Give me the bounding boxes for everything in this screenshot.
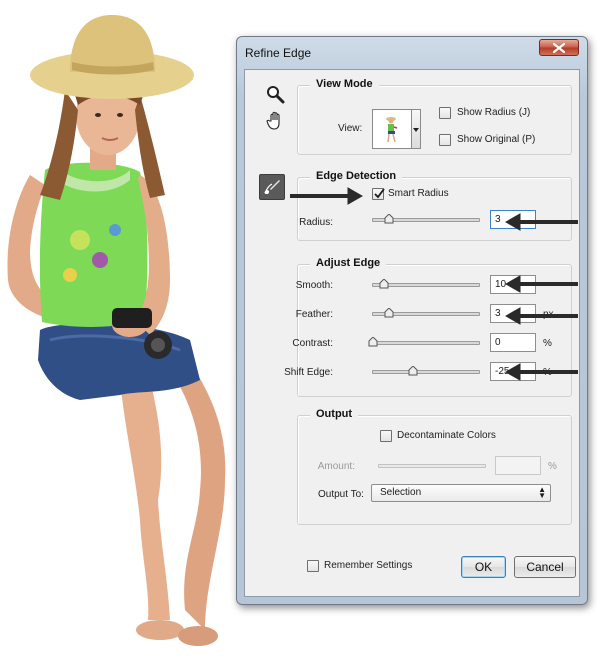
radius-slider[interactable]	[372, 214, 480, 224]
contrast-unit: %	[543, 338, 552, 349]
shift-edge-slider[interactable]	[372, 366, 480, 376]
title-bar[interactable]: Refine Edge	[237, 37, 587, 69]
refine-edge-dialog: Refine Edge View Mode View: Show Radius …	[236, 36, 588, 605]
edge-detection-group: Edge Detection Smart Radius Radius: 3	[297, 170, 572, 241]
feather-input[interactable]: 3	[490, 304, 536, 323]
slider-thumb[interactable]	[368, 337, 378, 347]
remember-settings-label: Remember Settings	[324, 560, 413, 571]
show-radius-label: Show Radius (J)	[457, 107, 531, 118]
checkmark-icon	[374, 188, 385, 199]
smooth-slider[interactable]	[372, 279, 480, 289]
output-to-label: Output To:	[318, 489, 364, 500]
radius-label: Radius:	[299, 217, 333, 228]
output-to-value: Selection	[380, 487, 422, 498]
contrast-label: Contrast:	[292, 338, 333, 349]
view-dropdown-button[interactable]	[412, 109, 421, 149]
slider-thumb[interactable]	[384, 214, 394, 224]
feather-unit: px	[543, 309, 554, 320]
adjust-edge-group: Adjust Edge Smooth: 10 Feather: 3 px Con…	[284, 257, 572, 397]
shift-edge-label: Shift Edge:	[284, 367, 333, 378]
slider-thumb[interactable]	[408, 366, 418, 376]
close-button[interactable]	[539, 39, 579, 56]
slider-thumb[interactable]	[384, 308, 394, 318]
amount-slider[interactable]	[378, 464, 486, 468]
view-mode-title: View Mode	[310, 78, 379, 90]
slider-thumb[interactable]	[379, 279, 389, 289]
shift-edge-input[interactable]: -25	[490, 362, 536, 381]
decontaminate-colors-checkbox[interactable]	[380, 430, 392, 442]
radius-input[interactable]: 3	[490, 210, 536, 229]
zoom-icon[interactable]	[265, 84, 287, 106]
smooth-label: Smooth:	[295, 280, 333, 291]
output-title: Output	[310, 408, 359, 420]
view-preview-thumbnail[interactable]	[372, 109, 412, 149]
view-preview-icon	[386, 117, 398, 143]
ok-button[interactable]: OK	[461, 556, 506, 578]
dialog-title: Refine Edge	[245, 46, 312, 60]
output-group: Output Decontaminate Colors Amount: % Ou…	[297, 408, 572, 525]
close-icon	[553, 43, 565, 53]
shift-edge-unit: %	[543, 367, 552, 378]
cutout-photo-girl	[7, 15, 226, 646]
view-mode-group: View Mode View: Show Radius (J) Show Ori…	[297, 78, 572, 155]
feather-label: Feather:	[295, 309, 333, 320]
decontaminate-colors-label: Decontaminate Colors	[397, 430, 496, 441]
cancel-button[interactable]: Cancel	[514, 556, 576, 578]
show-original-label: Show Original (P)	[457, 134, 536, 145]
dialog-body: View Mode View: Show Radius (J) Show Ori…	[244, 69, 580, 597]
show-original-checkbox[interactable]	[439, 134, 451, 146]
hand-icon[interactable]	[265, 110, 287, 132]
amount-label: Amount:	[317, 461, 355, 472]
edge-detection-title: Edge Detection	[310, 170, 403, 182]
amount-input[interactable]	[495, 456, 541, 475]
smooth-input[interactable]: 10	[490, 275, 536, 294]
feather-slider[interactable]	[372, 308, 480, 318]
view-label: View:	[338, 123, 363, 134]
output-to-select[interactable]: Selection ▲ ▼	[371, 484, 551, 502]
adjust-edge-title: Adjust Edge	[310, 257, 387, 269]
dropdown-arrow-icon	[413, 128, 419, 132]
smart-radius-checkbox[interactable]	[372, 188, 385, 200]
refine-radius-brush-button[interactable]	[259, 174, 285, 200]
smart-radius-label: Smart Radius	[388, 188, 449, 199]
refine-radius-brush-icon	[264, 180, 280, 194]
contrast-input[interactable]: 0	[490, 333, 536, 352]
remember-settings-checkbox[interactable]	[307, 560, 319, 572]
dropdown-arrow-icon: ▲ ▼	[538, 485, 546, 500]
contrast-slider[interactable]	[368, 337, 480, 347]
amount-unit: %	[548, 461, 557, 472]
show-radius-checkbox[interactable]	[439, 107, 451, 119]
